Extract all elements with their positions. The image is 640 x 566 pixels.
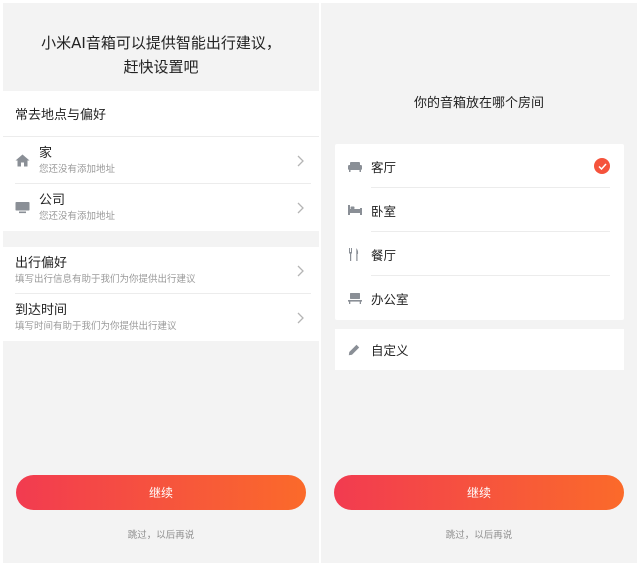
pref-row-arrival[interactable]: 到达时间 填写时间有助于我们为你提供出行建议 [3,294,319,341]
place-subtitle: 您还没有添加地址 [39,164,116,175]
left-screen: 小米AI音箱可以提供智能出行建议， 赶快设置吧 常去地点与偏好 家 您还没有添加… [3,3,319,563]
pref-title: 到达时间 [15,303,68,318]
pref-row-travel[interactable]: 出行偏好 填写出行信息有助于我们为你提供出行建议 [3,247,319,294]
status-bar [3,3,319,17]
room-label: 客厅 [371,159,397,175]
pref-subtitle: 填写时间有助于我们为你提供出行建议 [15,321,177,332]
custom-room-button[interactable]: 自定义 [335,329,624,370]
pref-subtitle: 填写出行信息有助于我们为你提供出行建议 [15,274,196,285]
room-label: 餐厅 [371,247,397,263]
continue-button[interactable]: 继续 [334,475,624,510]
skip-link[interactable]: 跳过，以后再说 [3,527,319,541]
room-option-office[interactable]: 办公室 [335,276,624,320]
fork-knife-icon [348,246,371,262]
chevron-right-icon [295,311,305,325]
place-subtitle: 您还没有添加地址 [39,211,116,222]
preferences-card: 出行偏好 填写出行信息有助于我们为你提供出行建议 到达时间 填写时间有助于我们为… [3,247,319,341]
room-option-dining-room[interactable]: 餐厅 [335,232,624,276]
places-card: 常去地点与偏好 家 您还没有添加地址 公司 您还没有添加地址 [3,91,319,231]
skip-link[interactable]: 跳过，以后再说 [321,527,637,541]
custom-room-label: 自定义 [371,343,409,358]
home-icon [15,151,39,171]
headline-line-1: 小米AI音箱可以提供智能出行建议， [41,34,281,52]
room-label: 办公室 [371,291,409,307]
right-screen: 你的音箱放在哪个房间 客厅 卧室 餐厅 办公室 自定义 继续 跳过，以后再说 [321,3,637,563]
place-row-home[interactable]: 家 您还没有添加地址 [3,137,319,184]
places-section-title: 常去地点与偏好 [3,91,319,137]
room-list: 客厅 卧室 餐厅 办公室 [335,144,624,320]
room-option-bedroom[interactable]: 卧室 [335,188,624,232]
continue-button[interactable]: 继续 [16,475,306,510]
place-title: 公司 [39,193,66,208]
headline-line-2: 赶快设置吧 [123,58,199,76]
pencil-icon [348,342,371,358]
place-row-company[interactable]: 公司 您还没有添加地址 [3,184,319,231]
place-title: 家 [39,146,53,161]
room-option-living-room[interactable]: 客厅 [335,144,624,188]
chevron-right-icon [295,201,305,215]
status-bar [321,3,637,17]
pref-title: 出行偏好 [15,256,68,271]
setup-headline: 小米AI音箱可以提供智能出行建议， 赶快设置吧 [3,17,319,91]
chevron-right-icon [295,264,305,278]
monitor-icon [15,198,39,218]
desk-icon [348,290,371,306]
chevron-right-icon [295,154,305,168]
bed-icon [348,202,371,218]
checkmark-icon [594,158,610,174]
room-label: 卧室 [371,203,397,219]
sofa-icon [348,158,371,174]
room-question: 你的音箱放在哪个房间 [413,96,544,111]
